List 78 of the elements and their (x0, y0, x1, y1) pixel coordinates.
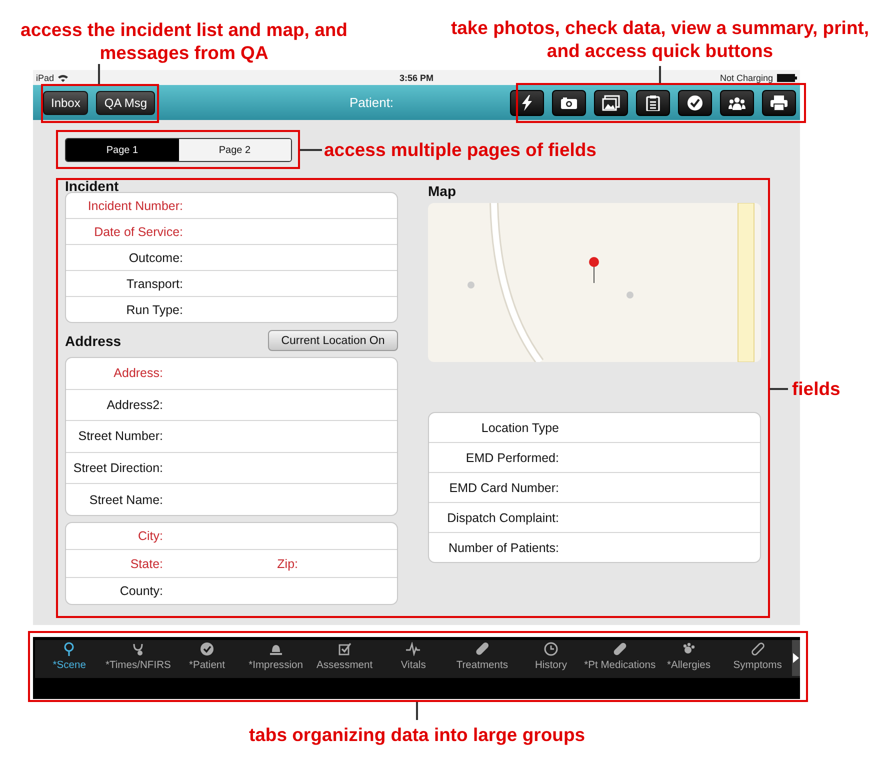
people-icon (728, 94, 746, 110)
leader-line (300, 149, 322, 151)
field-label[interactable]: Zip: (163, 556, 298, 571)
pictures-icon (602, 94, 620, 110)
bottom-tab[interactable]: *Scene (35, 640, 104, 678)
form-field[interactable]: Address: (66, 358, 397, 389)
form-field[interactable]: Outcome: (66, 244, 397, 270)
right-arrow-icon (792, 653, 799, 663)
toolbar-button[interactable] (552, 90, 586, 116)
form-field[interactable]: Run Type: (66, 296, 397, 322)
section-title: Map (428, 185, 457, 200)
leader-line (770, 388, 788, 390)
nav-title: Patient: (348, 95, 395, 110)
wifi-icon (58, 74, 68, 82)
callout-text: access the incident list and map, and messages from QA (20, 18, 348, 64)
toolbar-button[interactable] (762, 90, 796, 116)
bottom-tab[interactable]: Vitals (378, 640, 448, 678)
bottom-tab[interactable]: History (516, 640, 586, 678)
heartbeat-icon (406, 642, 420, 656)
callout-text: fields (792, 377, 840, 400)
form-field[interactable]: EMD Card Number: (429, 472, 760, 502)
bottom-tab[interactable]: Treatments (448, 640, 517, 678)
callout-text: access multiple pages of fields (324, 138, 596, 161)
checkmark-icon (686, 94, 704, 110)
printer-icon (770, 94, 788, 110)
bottom-tab[interactable]: *Impression (241, 640, 310, 678)
checkbox-icon (338, 642, 352, 656)
form-field[interactable]: Street Direction: (66, 452, 397, 484)
battery-status: Not Charging (720, 72, 773, 82)
form-field[interactable]: Location Type (429, 413, 760, 442)
form-field[interactable]: Number of Patients: (429, 532, 760, 562)
section-title: Incident (65, 180, 120, 192)
field-label[interactable]: City: (66, 529, 163, 544)
toolbar-button[interactable] (636, 90, 670, 116)
camera-icon (560, 94, 578, 110)
bottom-tab[interactable]: *Allergies (654, 640, 724, 678)
form-field[interactable]: Transport: (66, 270, 397, 296)
current-location-button[interactable]: Current Location On (268, 330, 398, 351)
leader-line (659, 66, 661, 83)
leader-line (416, 702, 418, 720)
clipboard-icon (644, 94, 662, 110)
field-label[interactable]: County: (66, 584, 163, 598)
bottom-tab[interactable]: *Times/NFIRS (104, 640, 173, 678)
form-field[interactable]: Date of Service: (66, 218, 397, 244)
pill-icon (612, 642, 627, 656)
form-field[interactable]: Street Number: (66, 420, 397, 452)
toolbar-button[interactable] (510, 90, 544, 116)
form-field[interactable]: Incident Number: (66, 193, 397, 218)
section-title: Address (65, 335, 122, 351)
form-field[interactable]: Address2: (66, 388, 397, 420)
bottom-tab[interactable]: Assessment (310, 640, 379, 678)
form-field[interactable]: Dispatch Complaint: (429, 502, 760, 532)
bottom-tab[interactable]: *Patient (172, 640, 242, 678)
battery-icon (776, 74, 797, 82)
nav-button[interactable]: QA Msg (96, 90, 156, 114)
toolbar-button[interactable] (678, 90, 712, 116)
nav-button[interactable]: Inbox (43, 90, 88, 114)
page-tab[interactable]: Page 1 (66, 139, 178, 161)
callout-text: tabs organizing data into large groups (248, 723, 586, 746)
bottom-tab[interactable]: Symptoms (723, 640, 792, 678)
device-name: iPad (36, 72, 54, 82)
callout-text: take photos, check data, view a summary, print, and access quick buttons (450, 16, 870, 62)
status-time: 3:56 PM (399, 72, 434, 82)
form-field[interactable]: Street Name: (66, 483, 397, 515)
toolbar-button[interactable] (594, 90, 628, 116)
clock-icon (544, 642, 558, 656)
bottom-tab[interactable]: *Pt Medications (585, 640, 654, 678)
leader-line (98, 64, 100, 84)
siren-icon (268, 642, 283, 656)
form-field[interactable]: EMD Performed: (429, 442, 760, 472)
paw-icon (682, 642, 696, 656)
toolbar-button[interactable] (720, 90, 754, 116)
stethoscope-icon (131, 642, 146, 656)
bandage-icon (475, 642, 490, 656)
pin-icon (62, 642, 76, 656)
more-tabs-button[interactable] (792, 640, 800, 676)
link-icon (750, 642, 765, 656)
field-label[interactable]: State: (66, 556, 163, 571)
